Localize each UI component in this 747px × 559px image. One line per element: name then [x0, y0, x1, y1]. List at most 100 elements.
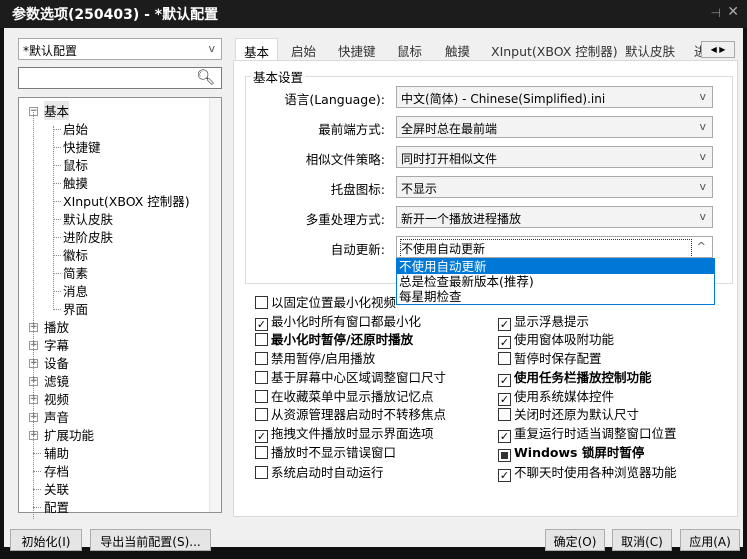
tab-scroll-buttons[interactable]: ◀ ▶	[701, 41, 735, 58]
checkbox-unchecked-icon[interactable]	[498, 352, 511, 365]
checkbox-label: 播放时不显示错误窗口	[271, 445, 397, 460]
checkbox-option[interactable]: ✓ 拖拽文件播放时显示界面选项	[255, 423, 434, 443]
tab-4[interactable]: 触摸	[445, 38, 470, 60]
cancel-button[interactable]: 取消(C)	[612, 529, 672, 551]
arrow-left-icon[interactable]: ◀	[711, 45, 717, 54]
checkbox-option[interactable]: 基于屏幕中心区域调整窗口尺寸	[255, 367, 446, 386]
checkbox-unchecked-icon[interactable]	[498, 408, 511, 421]
checkbox-option[interactable]: ✓ 显示浮悬提示	[498, 311, 589, 331]
tree-line	[53, 201, 61, 202]
tree-item[interactable]: 播放	[44, 317, 69, 336]
checkbox-unchecked-icon[interactable]	[255, 296, 268, 309]
checkbox-unchecked-icon[interactable]	[255, 371, 268, 384]
tree-item[interactable]: 存档	[44, 461, 69, 480]
field-select[interactable]: 新开一个播放进程播放 v	[396, 206, 713, 228]
tree-subitem[interactable]: 简素	[63, 263, 88, 282]
checkbox-option[interactable]: 从资源管理器启动时不转移焦点	[255, 404, 446, 423]
field-select[interactable]: 中文(简体) - Chinese(Simplified).ini v	[396, 86, 713, 108]
tree-item[interactable]: 视频	[44, 389, 69, 408]
tree-item[interactable]: 关联	[44, 479, 69, 498]
field-select[interactable]: 不显示 v	[396, 176, 713, 198]
profile-select[interactable]: *默认配置 v	[18, 38, 222, 60]
dropdown-option[interactable]: 不使用自动更新	[397, 259, 714, 274]
tree-item[interactable]: 字幕	[44, 335, 69, 354]
checkbox-unchecked-icon[interactable]	[255, 352, 268, 365]
tree-subitem[interactable]: 进阶皮肤	[63, 227, 113, 246]
checkbox-option[interactable]: 禁用暂停/启用播放	[255, 348, 375, 367]
tree-line	[53, 165, 61, 166]
search-input[interactable]: 🔍︎	[18, 67, 222, 89]
checkbox-option[interactable]: ✓ 使用系统媒体控件	[498, 386, 614, 406]
tree-subitem[interactable]: 界面	[63, 299, 88, 318]
checkbox-option[interactable]: 关闭时还原为默认尺寸	[498, 404, 639, 423]
checkbox-unchecked-icon[interactable]	[255, 333, 268, 346]
checkbox-option[interactable]: Windows 锁屏时暂停	[498, 442, 644, 462]
tree-item[interactable]: 基本	[44, 101, 70, 120]
dropdown-option[interactable]: 每星期检查	[397, 289, 714, 304]
tree-subitem[interactable]: 启始	[63, 119, 88, 138]
arrow-right-icon[interactable]: ▶	[719, 45, 725, 54]
checkbox-unchecked-icon[interactable]	[255, 446, 268, 459]
tab-3[interactable]: 鼠标	[397, 38, 422, 60]
tree-subitem[interactable]: 消息	[63, 281, 88, 300]
checkbox-option[interactable]: ✓ 不聊天时使用各种浏览器功能	[498, 462, 677, 482]
tab-1[interactable]: 启始	[291, 38, 316, 60]
checkbox-unchecked-icon[interactable]	[255, 466, 268, 479]
tree-line	[53, 291, 61, 292]
init-button[interactable]: 初始化(I)	[10, 529, 82, 551]
checkbox-option[interactable]: ✓ 重复运行时适当调整窗口位置	[498, 423, 677, 443]
tree-line	[33, 507, 41, 508]
tree-item[interactable]: 滤镜	[44, 371, 69, 390]
checkbox-option[interactable]: 在收藏菜单中显示播放记忆点	[255, 386, 434, 405]
checkbox-option[interactable]: 最小化时暂停/还原时播放	[255, 329, 413, 348]
checkbox-label: 系统启动时自动运行	[271, 465, 384, 480]
field-select[interactable]: 全屏时总在最前端 v	[396, 116, 713, 138]
checkbox-option[interactable]: 暂停时保存配置	[498, 348, 602, 367]
field-select[interactable]: 同时打开相似文件 v	[396, 146, 713, 168]
checkbox-unchecked-icon[interactable]	[255, 408, 268, 421]
tree-subitem[interactable]: 徽标	[63, 245, 88, 264]
group-title: 基本设置	[251, 67, 306, 86]
checkbox-checked-icon[interactable]: ✓	[498, 469, 511, 482]
dropdown-option[interactable]: 总是检查最新版本(推荐)	[397, 274, 714, 289]
settings-tree[interactable]: − 基本 启始 快捷键 鼠标 触摸 XInput(XBOX 控制器) 默认皮肤 进阶皮肤 徽标 简素…	[18, 97, 222, 519]
tab-0[interactable]: 基本	[235, 38, 278, 60]
tree-item[interactable]: 设备	[44, 353, 69, 372]
tab-5[interactable]: XInput(XBOX 控制器)	[491, 38, 618, 60]
checkbox-option[interactable]: ✓ 最小化时所有窗口都最小化	[255, 311, 421, 331]
checkbox-label: 显示浮悬提示	[514, 314, 590, 329]
pin-icon[interactable]: ⊣	[711, 6, 721, 20]
tab-2[interactable]: 快捷键	[338, 38, 376, 60]
field-select[interactable]: 不使用自动更新 ^	[396, 236, 713, 258]
dropdown-list[interactable]: 不使用自动更新 总是检查最新版本(推荐) 每星期检查	[396, 258, 715, 305]
ok-button[interactable]: 确定(O)	[545, 529, 605, 551]
checkbox-option[interactable]: ✓ 使用窗体吸附功能	[498, 329, 614, 349]
checkbox-label: 暂停时保存配置	[514, 351, 602, 366]
checkbox-option[interactable]: 以固定位置最小化视频	[255, 292, 396, 311]
tab-7[interactable]: 进	[694, 38, 701, 60]
field-value: 不显示	[401, 182, 438, 196]
export-config-button[interactable]: 导出当前配置(S)...	[90, 529, 211, 551]
tree-item[interactable]: 辅助	[44, 443, 69, 462]
apply-button[interactable]: 应用(A)	[680, 529, 740, 551]
close-icon[interactable]: ✕	[727, 4, 739, 20]
tree-subitem[interactable]: 默认皮肤	[63, 209, 113, 228]
field-label: 自动更新:	[330, 242, 385, 257]
checkbox-option[interactable]: 系统启动时自动运行	[255, 462, 384, 481]
tree-subitem[interactable]: XInput(XBOX 控制器)	[63, 191, 190, 210]
checkbox-indeterminate-icon[interactable]	[498, 449, 511, 462]
profile-value: *默认配置	[23, 44, 78, 58]
tree-subitem[interactable]: 鼠标	[63, 155, 88, 174]
tree-subitem[interactable]: 快捷键	[63, 137, 101, 156]
checkbox-option[interactable]: 播放时不显示错误窗口	[255, 442, 396, 461]
tab-6[interactable]: 默认皮肤	[625, 38, 675, 60]
tree-item[interactable]: 声音	[44, 407, 69, 426]
tree-item[interactable]: 配置	[44, 497, 69, 516]
checkbox-option[interactable]: ✓ 使用任务栏播放控制功能	[498, 367, 652, 387]
field-label: 相似文件策略:	[305, 152, 385, 167]
checkbox-unchecked-icon[interactable]	[255, 390, 268, 403]
tree-item[interactable]: 扩展功能	[44, 425, 94, 444]
tree-scrollbar[interactable]	[209, 98, 221, 512]
field-label: 托盘图标:	[330, 182, 385, 197]
tree-subitem[interactable]: 触摸	[63, 173, 88, 192]
